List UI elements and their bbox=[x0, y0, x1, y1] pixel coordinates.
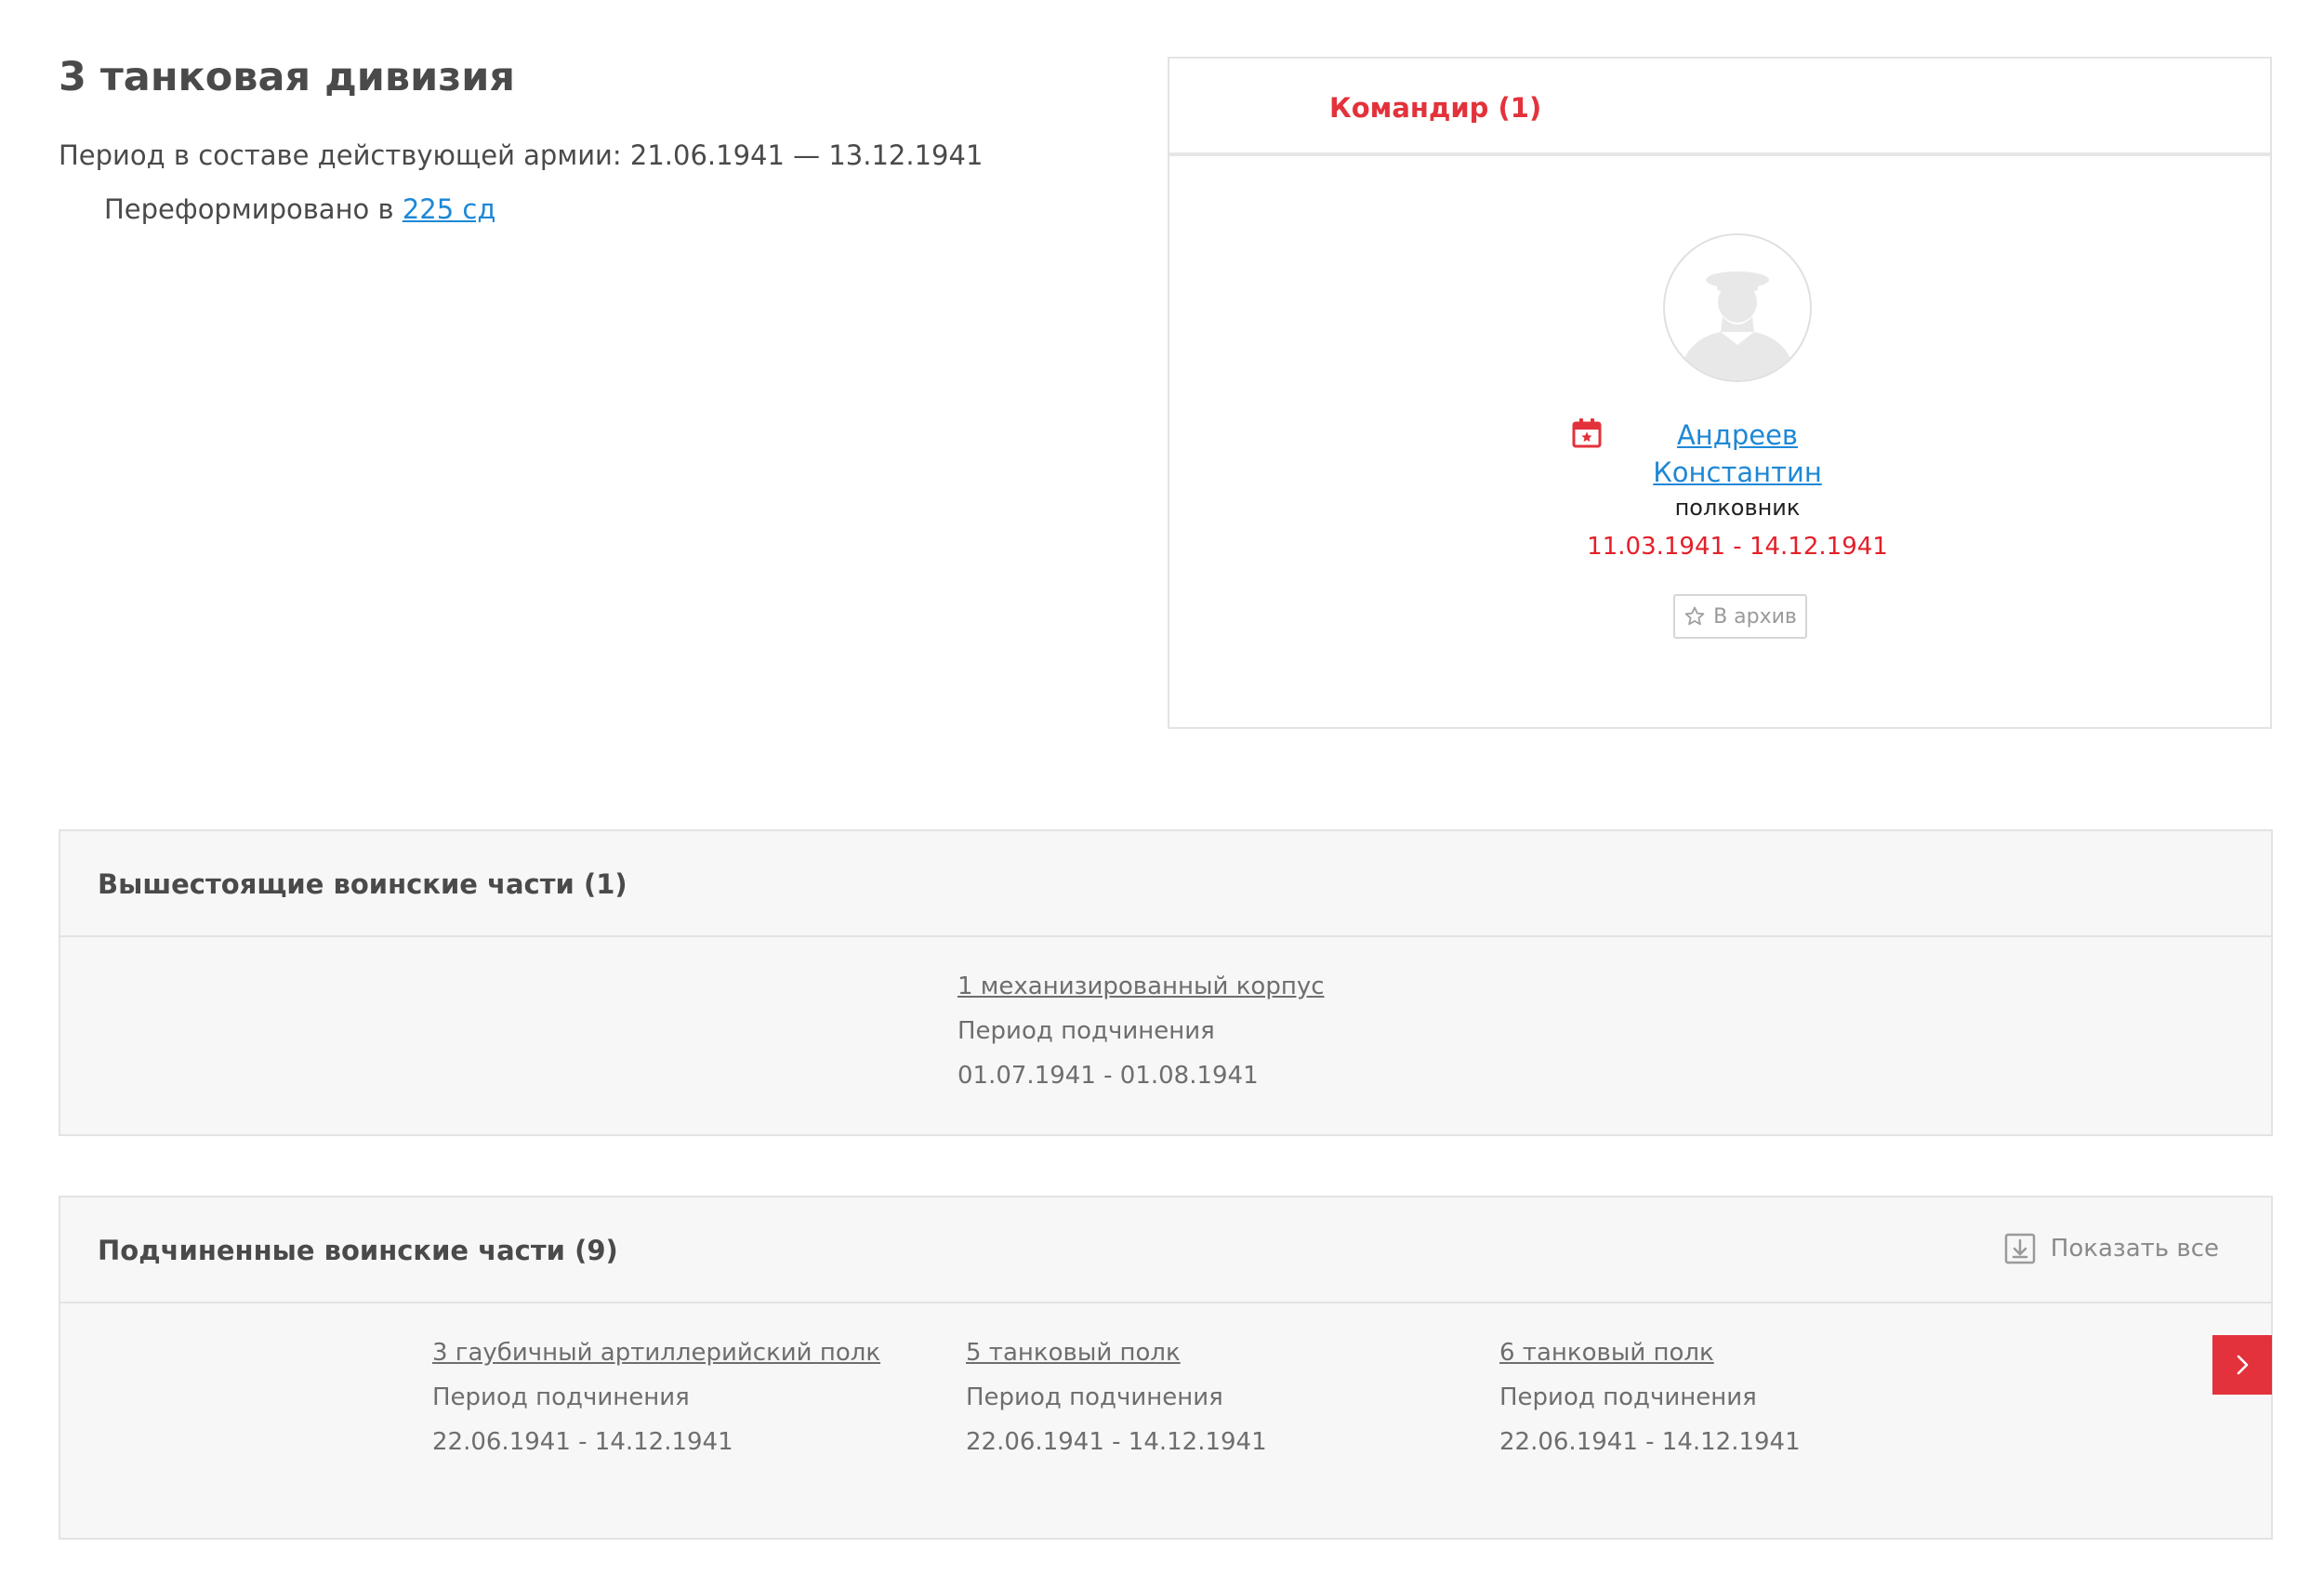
unit-period-dates: 22.06.1941 - 14.12.1941 bbox=[432, 1428, 733, 1456]
reformed-link[interactable]: 225 сд bbox=[403, 193, 496, 225]
unit-period-label: Период подчинения bbox=[1499, 1383, 1757, 1411]
unit-period-dates: 22.06.1941 - 14.12.1941 bbox=[1499, 1428, 1801, 1456]
list-item: 1 механизированный корпус Период подчине… bbox=[957, 973, 1325, 1106]
star-outline-icon bbox=[1684, 606, 1705, 626]
list-item: 6 танковый полк Период подчинения 22.06.… bbox=[1499, 1339, 1801, 1473]
unit-period-dates: 01.07.1941 - 01.08.1941 bbox=[957, 1062, 1259, 1090]
active-army-period: Период в составе действующей армии: 21.0… bbox=[59, 139, 984, 171]
tab-commander[interactable]: Командир (1) bbox=[1329, 92, 1541, 124]
list-item: 3 гаубичный артиллерийский полк Период п… bbox=[432, 1339, 880, 1473]
superior-units-header: Вышестоящие воинские части (1) bbox=[60, 831, 2271, 937]
commander-surname: Андреев bbox=[1676, 419, 1799, 451]
unit-link[interactable]: 3 гаубичный артиллерийский полк bbox=[432, 1339, 880, 1383]
list-item: 5 танковый полк Период подчинения 22.06.… bbox=[966, 1339, 1267, 1473]
page-title: 3 танковая дивизия bbox=[59, 54, 515, 100]
reformed-label: Переформировано в bbox=[104, 193, 403, 225]
superior-units-title: Вышестоящие воинские части (1) bbox=[98, 868, 627, 900]
archive-button[interactable]: В архив bbox=[1673, 594, 1807, 639]
archive-label: В архив bbox=[1713, 604, 1797, 629]
commander-dates: 11.03.1941 - 14.12.1941 bbox=[1587, 533, 1888, 561]
chevron-right-icon bbox=[2237, 1355, 2249, 1375]
soldier-silhouette-icon bbox=[1678, 271, 1797, 380]
avatar bbox=[1663, 233, 1812, 382]
commander-tabs: Командир (1) bbox=[1169, 59, 2270, 156]
reformed-info: Переформировано в 225 сд bbox=[104, 193, 495, 225]
superior-units-panel: Вышестоящие воинские части (1) 1 механиз… bbox=[59, 829, 2273, 1136]
commander-name: Андреев Константин bbox=[1541, 417, 1934, 491]
unit-period-label: Период подчинения bbox=[966, 1383, 1223, 1411]
commander-rank: полковник bbox=[1674, 495, 1801, 521]
show-all-label: Показать все bbox=[2050, 1235, 2219, 1263]
unit-period-dates: 22.06.1941 - 14.12.1941 bbox=[966, 1428, 1267, 1456]
subordinate-units-header: Подчиненные воинские части (9) Показать … bbox=[60, 1198, 2271, 1303]
carousel-next-button[interactable] bbox=[2212, 1335, 2272, 1395]
unit-period-label: Период подчинения bbox=[957, 1017, 1215, 1045]
commander-firstname: Константин bbox=[1653, 457, 1822, 488]
unit-link[interactable]: 6 танковый полк bbox=[1499, 1339, 1801, 1383]
unit-period-label: Период подчинения bbox=[432, 1383, 690, 1411]
commander-card: Командир (1) Андреев Константин полковник… bbox=[1168, 57, 2272, 729]
subordinate-units-title: Подчиненные воинские части (9) bbox=[98, 1235, 618, 1266]
unit-link[interactable]: 1 механизированный корпус bbox=[957, 973, 1325, 1017]
commander-name-link[interactable]: Андреев Константин bbox=[1653, 419, 1822, 488]
subordinate-units-panel: Подчиненные воинские части (9) Показать … bbox=[59, 1196, 2273, 1540]
unit-link[interactable]: 5 танковый полк bbox=[966, 1339, 1267, 1383]
show-all-button[interactable]: Показать все bbox=[2004, 1233, 2219, 1264]
download-box-icon bbox=[2004, 1233, 2036, 1264]
